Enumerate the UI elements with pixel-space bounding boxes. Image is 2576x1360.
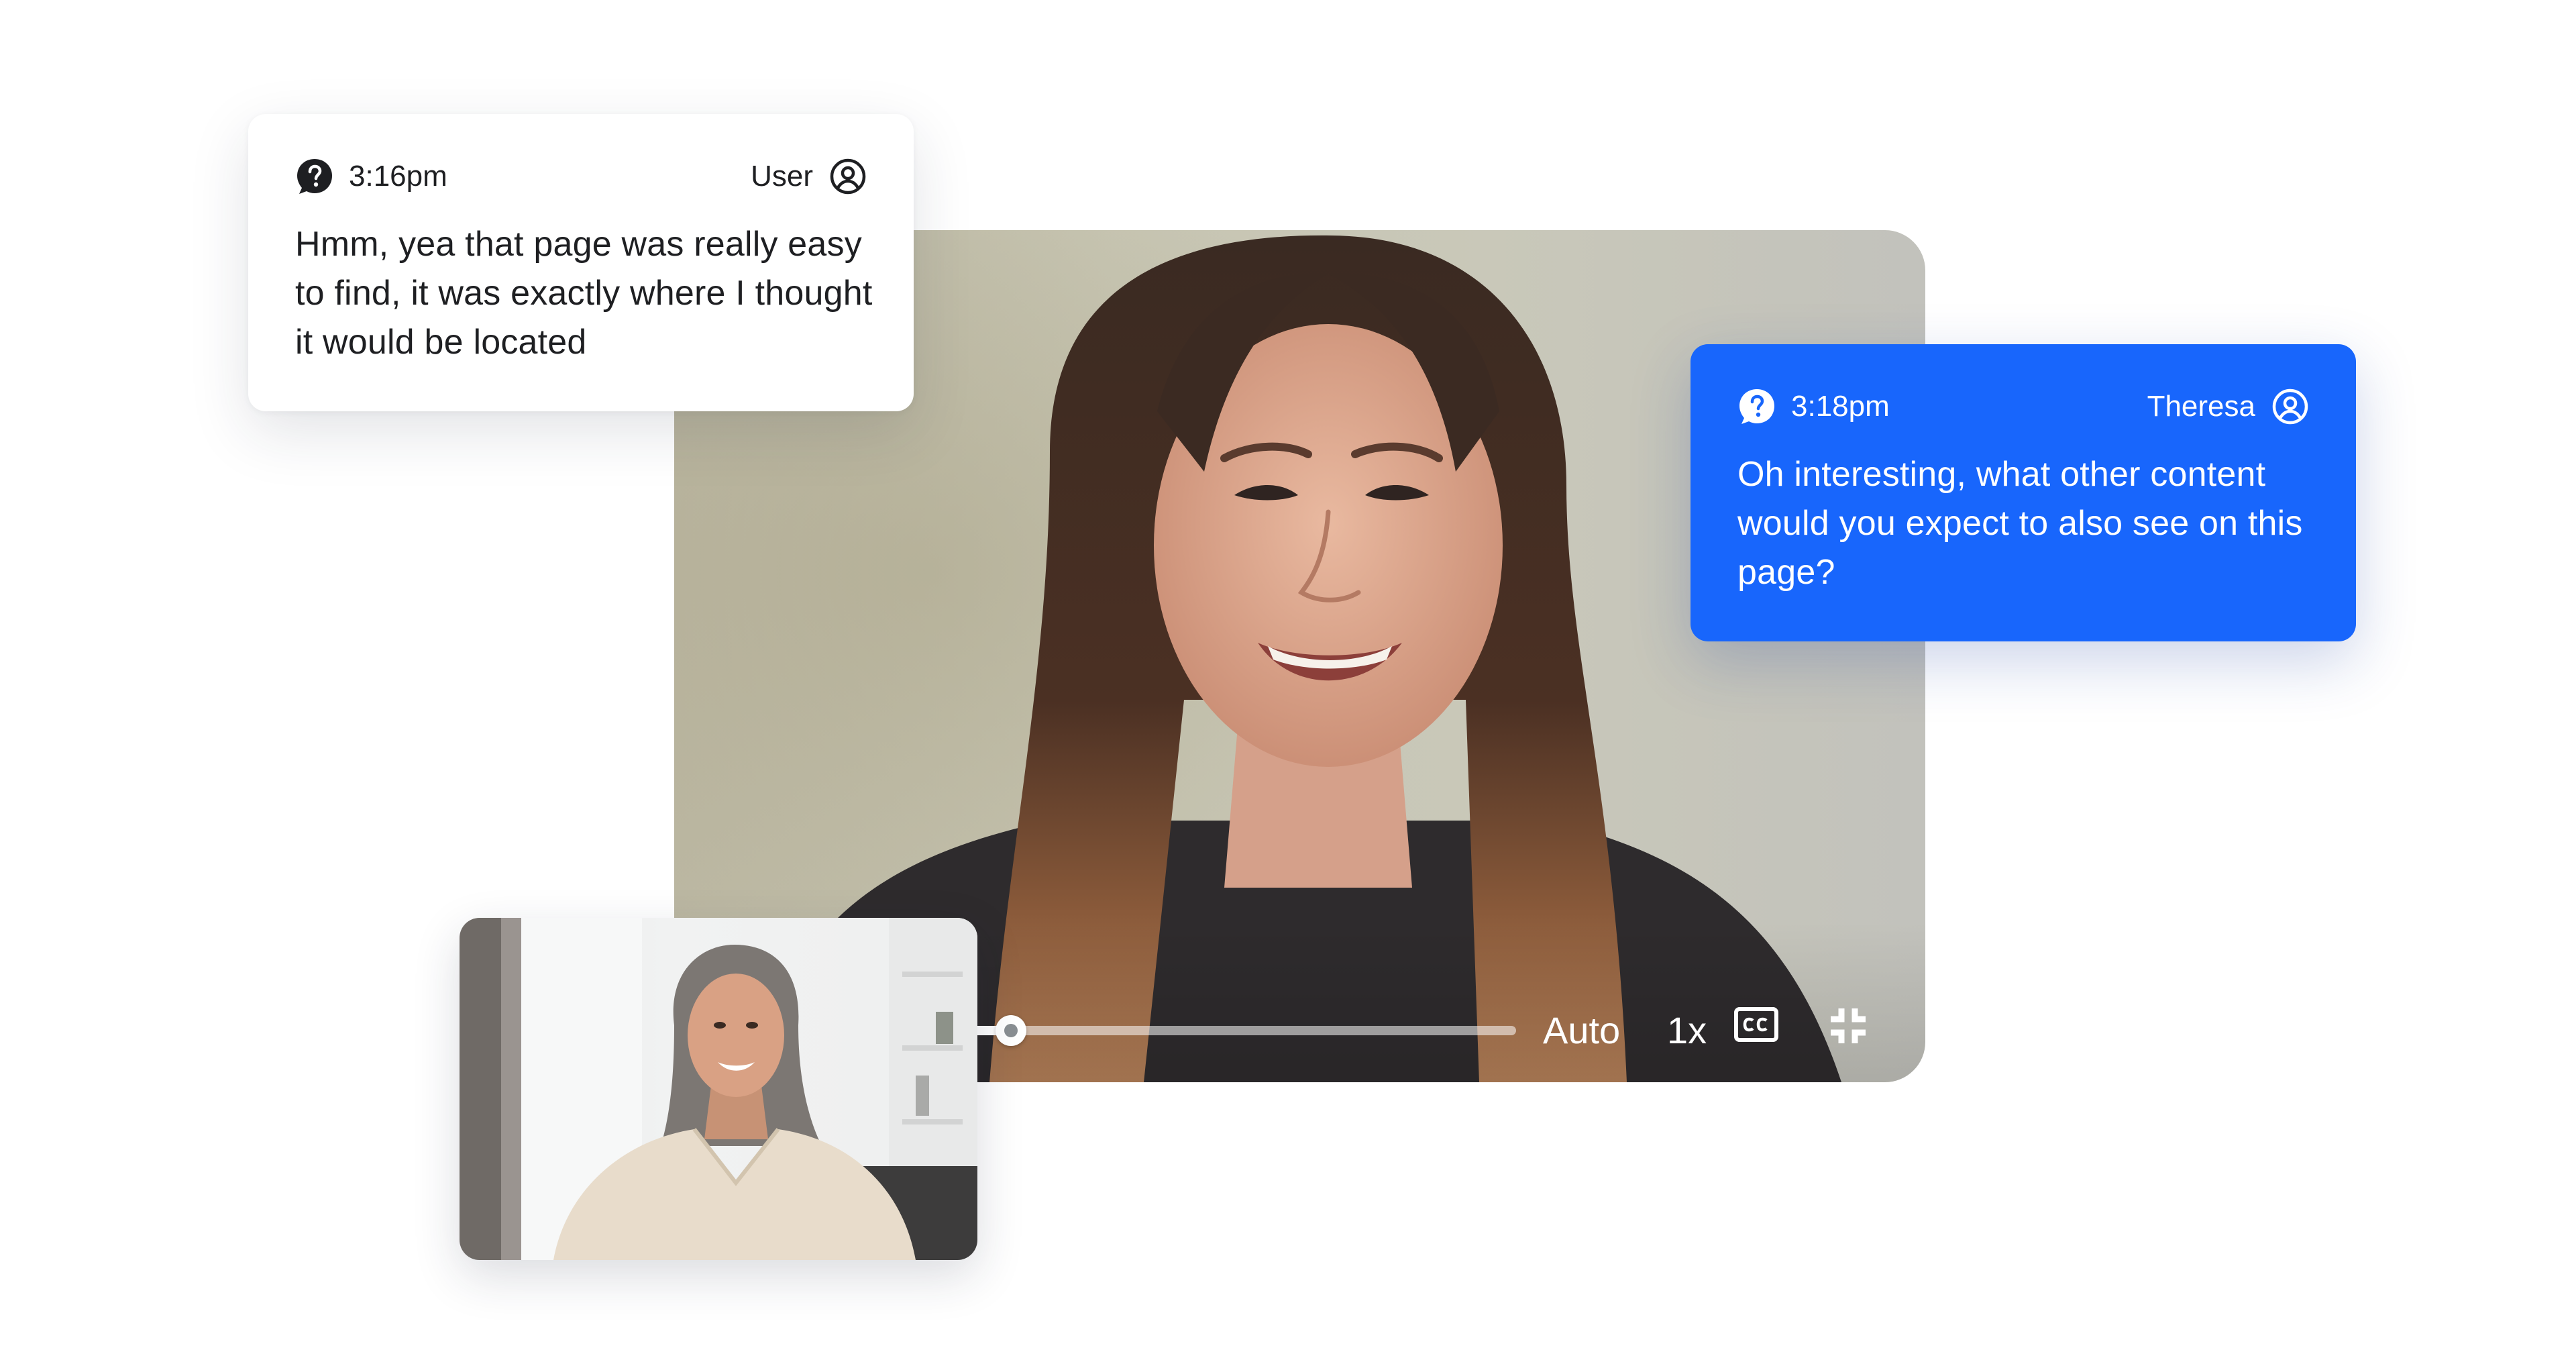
message-timestamp: 3:16pm bbox=[349, 160, 447, 193]
exit-fullscreen-icon[interactable] bbox=[1828, 1006, 1868, 1046]
message-header: 3:18pm Theresa bbox=[1737, 386, 2309, 427]
user-circle-icon bbox=[2272, 388, 2308, 425]
user-message-card: 3:16pm User Hmm, yea that page was reall… bbox=[248, 114, 914, 411]
quality-selector-button[interactable]: Auto bbox=[1543, 1007, 1620, 1054]
message-text: Oh interesting, what other content would… bbox=[1737, 455, 2303, 592]
question-bubble-icon bbox=[1739, 389, 1774, 424]
message-author: User bbox=[751, 160, 813, 193]
message-author: Theresa bbox=[2147, 390, 2255, 423]
progress-scrubber-handle[interactable] bbox=[996, 1015, 1026, 1046]
moderator-message-card: 3:18pm Theresa Oh interesting, what othe… bbox=[1690, 344, 2356, 641]
playback-speed-button[interactable]: 1x bbox=[1667, 1007, 1707, 1054]
message-header: 3:16pm User bbox=[295, 156, 867, 197]
self-view-video[interactable] bbox=[460, 918, 977, 1260]
user-circle-icon bbox=[830, 158, 866, 195]
question-bubble-icon bbox=[297, 159, 332, 194]
closed-captions-icon[interactable] bbox=[1734, 1007, 1778, 1042]
message-text: Hmm, yea that page was really easy to fi… bbox=[295, 225, 873, 362]
message-timestamp: 3:18pm bbox=[1791, 390, 1890, 423]
self-view-frame bbox=[460, 918, 977, 1260]
